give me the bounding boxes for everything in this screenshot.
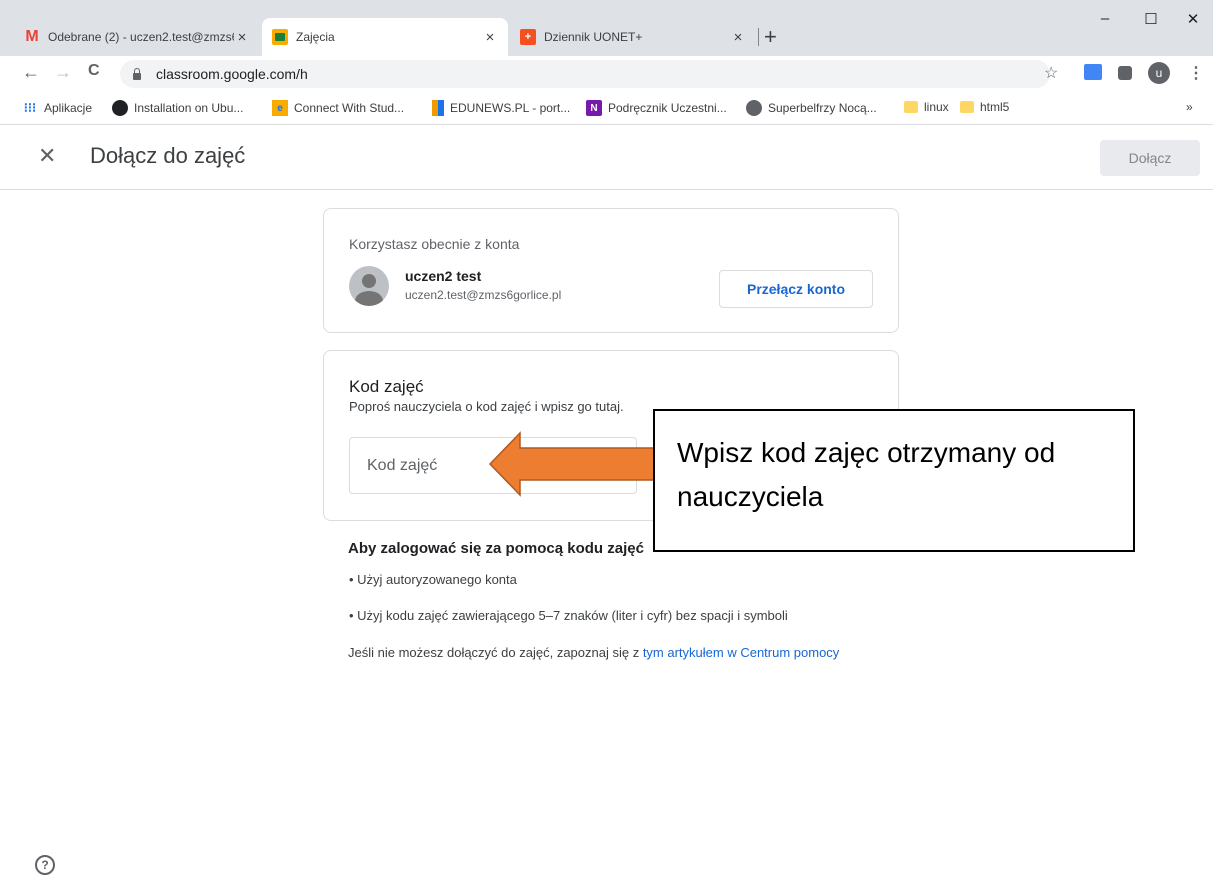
back-button[interactable]: ← <box>22 62 40 83</box>
connect-icon: e <box>272 100 288 116</box>
onenote-icon: N <box>586 100 602 116</box>
join-button[interactable]: Dołącz <box>1100 140 1200 176</box>
tab-label: Zajęcia <box>296 30 335 44</box>
extensions-puzzle-icon[interactable] <box>1118 66 1132 80</box>
gmail-icon: M <box>25 28 39 45</box>
help-center-link[interactable]: tym artykułem w Centrum pomocy <box>643 645 840 660</box>
tab-separator <box>758 28 759 46</box>
bookmark-star-icon[interactable]: ☆ <box>1044 63 1058 83</box>
class-code-description: Poproś nauczyciela o kod zajęć i wpisz g… <box>349 399 624 414</box>
help-note-text: Jeśli nie możesz dołączyć do zajęć, zapo… <box>348 645 643 660</box>
tab-close-icon[interactable]: × <box>482 29 498 46</box>
folder-icon <box>960 101 974 113</box>
github-icon <box>112 100 128 116</box>
bookmark-edunews[interactable]: EDUNEWS.PL - port... <box>432 100 570 116</box>
edunews-icon <box>432 100 444 116</box>
bookmark-label: linux <box>924 100 949 114</box>
tab-label: Odebrane (2) - uczen2.test@zmzs6gorlice.… <box>48 30 234 44</box>
bookmark-apps[interactable]: ⁝⁝⁝ Aplikacje <box>22 100 92 116</box>
help-icon[interactable]: ? <box>35 855 55 875</box>
tab-close-icon[interactable]: × <box>730 29 746 46</box>
tab-label: Dziennik UONET+ <box>544 30 643 44</box>
bookmark-label: EDUNEWS.PL - port... <box>450 101 571 115</box>
minimize-button[interactable]: – <box>1090 10 1120 27</box>
bookmark-onenote[interactable]: N Podręcznik Uczestni... <box>586 100 727 116</box>
bookmark-linux[interactable]: linux <box>904 100 949 114</box>
address-bar[interactable]: classroom.google.com/h <box>120 60 1050 88</box>
annotation-callout: Wpisz kod zajęc otrzymany od nauczyciela <box>653 409 1135 552</box>
bookmark-html5[interactable]: html5 <box>960 100 1009 114</box>
bookmark-label: Installation on Ubu... <box>134 101 244 115</box>
forward-button[interactable]: → <box>54 62 72 83</box>
tab-gmail[interactable]: M Odebrane (2) - uczen2.test@zmzs6gorlic… <box>14 18 260 56</box>
url-text: classroom.google.com/h <box>156 66 308 82</box>
annotation-arrow <box>488 431 657 497</box>
help-bullet-text: Użyj autoryzowanego konta <box>357 572 517 587</box>
lock-icon <box>132 68 142 80</box>
bookmark-connect[interactable]: e Connect With Stud... <box>272 100 404 116</box>
maximize-button[interactable]: ☐ <box>1136 10 1166 28</box>
bookmark-label: html5 <box>980 100 1010 114</box>
avatar <box>349 266 389 306</box>
folder-icon <box>904 101 918 113</box>
profile-avatar-icon[interactable]: u <box>1148 62 1170 84</box>
close-icon[interactable]: ✕ <box>38 143 56 169</box>
bookmark-label: Podręcznik Uczestni... <box>608 101 727 115</box>
account-email: uczen2.test@zmzs6gorlice.pl <box>405 288 562 302</box>
reload-button[interactable]: C <box>88 62 100 80</box>
bookmark-label: Aplikacje <box>44 101 93 115</box>
tab-classroom[interactable]: Zajęcia × <box>262 18 508 56</box>
browser-menu-icon[interactable]: ⋮ <box>1188 63 1204 83</box>
tab-uonet[interactable]: + Dziennik UONET+ × <box>510 18 756 56</box>
switch-account-button[interactable]: Przełącz konto <box>719 270 873 308</box>
class-code-title: Kod zajęć <box>349 377 424 396</box>
bookmark-label: Superbelfrzy Nocą... <box>768 101 877 115</box>
help-bullet: • Użyj kodu zajęć zawierającego 5–7 znak… <box>349 608 788 623</box>
bookmarks-overflow-button[interactable]: » <box>1186 100 1193 114</box>
globe-icon <box>746 100 762 116</box>
uonet-icon: + <box>520 29 536 45</box>
help-title: Aby zalogować się za pomocą kodu zajęć <box>348 540 644 557</box>
account-name: uczen2 test <box>405 268 482 284</box>
apps-grid-icon: ⁝⁝⁝ <box>23 100 37 115</box>
translate-extension-icon[interactable] <box>1084 64 1102 80</box>
account-label: Korzystasz obecnie z konta <box>349 236 520 252</box>
new-tab-button[interactable]: + <box>764 24 777 50</box>
bookmark-github[interactable]: Installation on Ubu... <box>112 100 243 116</box>
bookmark-superbelfrzy[interactable]: Superbelfrzy Nocą... <box>746 100 877 116</box>
help-bullet: • Użyj autoryzowanego konta <box>349 572 517 587</box>
help-bullet-text: Użyj kodu zajęć zawierającego 5–7 znaków… <box>357 608 788 623</box>
bookmark-label: Connect With Stud... <box>294 101 405 115</box>
window-close-button[interactable]: ✕ <box>1178 10 1208 28</box>
classroom-icon <box>272 29 288 45</box>
page-title: Dołącz do zajęć <box>90 143 246 168</box>
tab-close-icon[interactable]: × <box>234 29 250 46</box>
help-note: Jeśli nie możesz dołączyć do zajęć, zapo… <box>348 643 888 662</box>
